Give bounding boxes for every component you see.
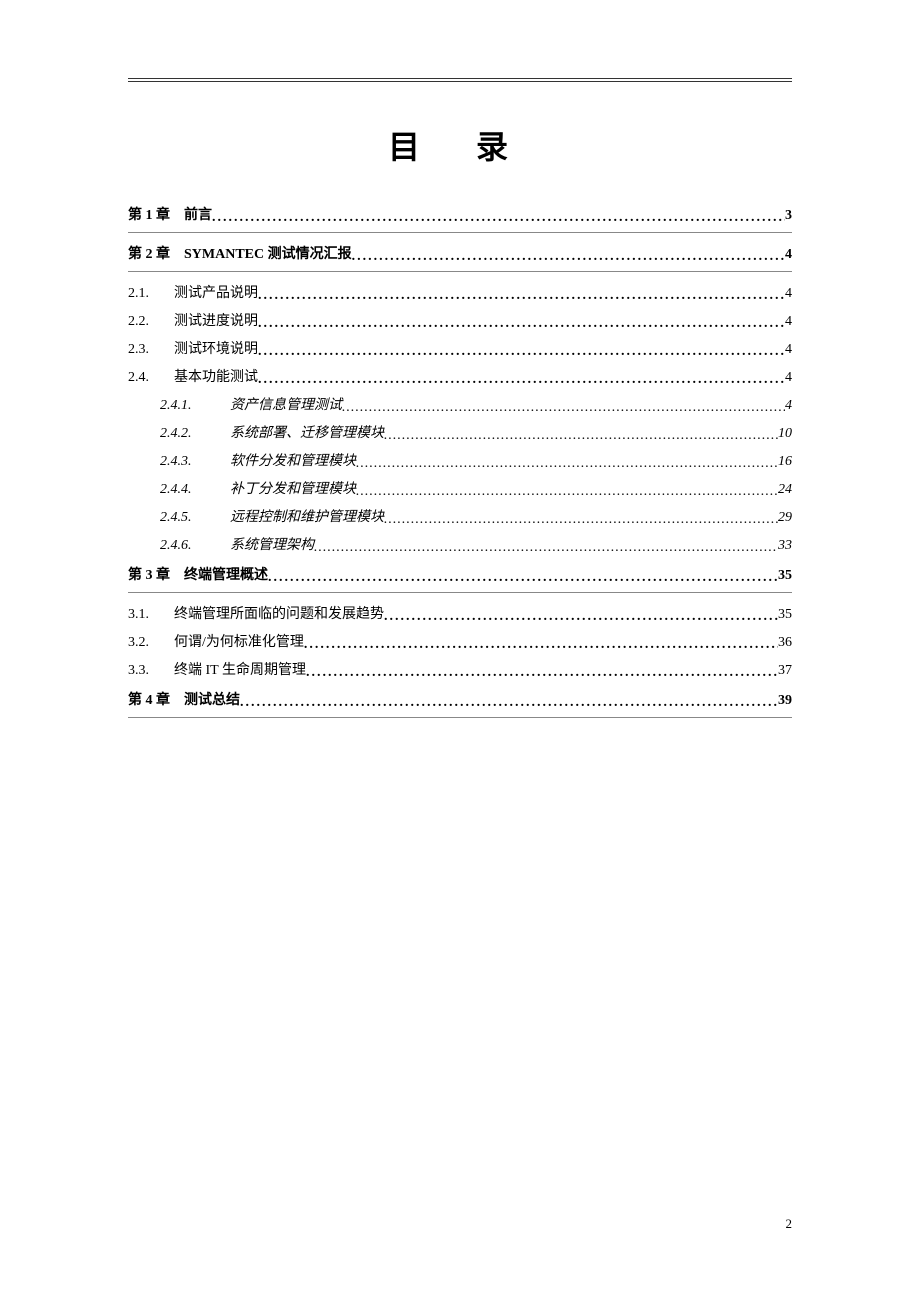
toc-leader: [384, 428, 778, 442]
toc-leader: [268, 570, 778, 586]
toc-page: 4: [785, 370, 792, 386]
toc-page: 16: [778, 454, 792, 470]
toc-entry: 3.3. 终端 IT 生命周期管理 37: [128, 659, 792, 679]
toc-text: SYMANTEC 测试情况汇报: [184, 243, 352, 263]
toc-entry: 第 3 章 终端管理概述 35: [128, 564, 792, 593]
toc-page: 37: [778, 663, 792, 679]
table-of-contents: 第 1 章 前言 3 第 2 章 SYMANTEC 测试情况汇报 4 2.1. …: [128, 204, 792, 718]
toc-page: 4: [785, 398, 792, 414]
toc-entry: 2.4.6. 系统管理架构 33: [128, 534, 792, 554]
toc-label: 2.4.6.: [160, 538, 208, 554]
toc-leader: [258, 288, 785, 302]
toc-page: 29: [778, 510, 792, 526]
toc-leader: [240, 695, 778, 711]
toc-leader: [314, 540, 778, 554]
toc-entry: 2.2. 测试进度说明 4: [128, 310, 792, 330]
toc-leader: [352, 249, 785, 265]
toc-text: 测试进度说明: [174, 310, 258, 330]
toc-label: 2.4.4.: [160, 482, 208, 498]
toc-label: 2.4.5.: [160, 510, 208, 526]
toc-entry: 3.2. 何谓/为何标准化管理 36: [128, 631, 792, 651]
toc-label: 2.3.: [128, 342, 160, 358]
toc-leader: [304, 637, 778, 651]
toc-page: 35: [778, 607, 792, 623]
toc-page: 10: [778, 426, 792, 442]
toc-leader: [306, 665, 778, 679]
toc-text: 系统管理架构: [230, 534, 314, 554]
toc-label: 第 1 章: [128, 204, 170, 224]
toc-label: 3.1.: [128, 607, 160, 623]
toc-entry: 2.3. 测试环境说明 4: [128, 338, 792, 358]
page-number: 2: [786, 1216, 793, 1232]
toc-text: 何谓/为何标准化管理: [174, 631, 304, 651]
toc-label: 2.1.: [128, 286, 160, 302]
toc-page: 4: [785, 314, 792, 330]
page-border-top1: [128, 78, 792, 79]
toc-entry: 第 4 章 测试总结 39: [128, 689, 792, 718]
toc-text: 测试环境说明: [174, 338, 258, 358]
toc-leader: [258, 344, 785, 358]
toc-text: 资产信息管理测试: [230, 394, 342, 414]
toc-label: 第 2 章: [128, 243, 170, 263]
toc-entry: 2.4.2. 系统部署、迁移管理模块 10: [128, 422, 792, 442]
toc-label: 2.4.: [128, 370, 160, 386]
toc-label: 3.3.: [128, 663, 160, 679]
toc-title: 目 录: [128, 122, 792, 168]
toc-entry: 2.4.4. 补丁分发和管理模块 24: [128, 478, 792, 498]
toc-leader: [356, 456, 778, 470]
toc-text: 测试产品说明: [174, 282, 258, 302]
toc-text: 系统部署、迁移管理模块: [230, 422, 384, 442]
toc-text: 基本功能测试: [174, 366, 258, 386]
toc-text: 软件分发和管理模块: [230, 450, 356, 470]
toc-page: 4: [785, 247, 792, 263]
toc-page: 35: [778, 568, 792, 584]
toc-entry: 2.4.1. 资产信息管理测试 4: [128, 394, 792, 414]
toc-text: 终端管理概述: [184, 564, 268, 584]
toc-label: 2.4.2.: [160, 426, 208, 442]
toc-entry: 2.4.5. 远程控制和维护管理模块 29: [128, 506, 792, 526]
toc-text: 终端 IT 生命周期管理: [174, 659, 306, 679]
toc-label: 2.2.: [128, 314, 160, 330]
toc-leader: [356, 484, 778, 498]
toc-label: 2.4.1.: [160, 398, 208, 414]
toc-page: 3: [785, 208, 792, 224]
toc-leader: [384, 609, 778, 623]
toc-page: 4: [785, 286, 792, 302]
toc-leader: [212, 210, 785, 226]
toc-leader: [258, 372, 785, 386]
toc-text: 补丁分发和管理模块: [230, 478, 356, 498]
toc-text: 前言: [184, 204, 212, 224]
toc-label: 第 4 章: [128, 689, 170, 709]
toc-entry: 第 2 章 SYMANTEC 测试情况汇报 4: [128, 243, 792, 272]
toc-entry: 第 1 章 前言 3: [128, 204, 792, 233]
toc-entry: 2.4.3. 软件分发和管理模块 16: [128, 450, 792, 470]
toc-text: 测试总结: [184, 689, 240, 709]
toc-label: 第 3 章: [128, 564, 170, 584]
toc-leader: [342, 400, 785, 414]
toc-page: 39: [778, 693, 792, 709]
toc-leader: [384, 512, 778, 526]
toc-entry: 2.1. 测试产品说明 4: [128, 282, 792, 302]
toc-page: 36: [778, 635, 792, 651]
toc-leader: [258, 316, 785, 330]
toc-text: 终端管理所面临的问题和发展趋势: [174, 603, 384, 623]
toc-entry: 2.4. 基本功能测试 4: [128, 366, 792, 386]
toc-label: 2.4.3.: [160, 454, 208, 470]
toc-entry: 3.1. 终端管理所面临的问题和发展趋势 35: [128, 603, 792, 623]
toc-text: 远程控制和维护管理模块: [230, 506, 384, 526]
toc-label: 3.2.: [128, 635, 160, 651]
toc-page: 4: [785, 342, 792, 358]
page-border-top2: [128, 81, 792, 82]
toc-page: 24: [778, 482, 792, 498]
toc-page: 33: [778, 538, 792, 554]
